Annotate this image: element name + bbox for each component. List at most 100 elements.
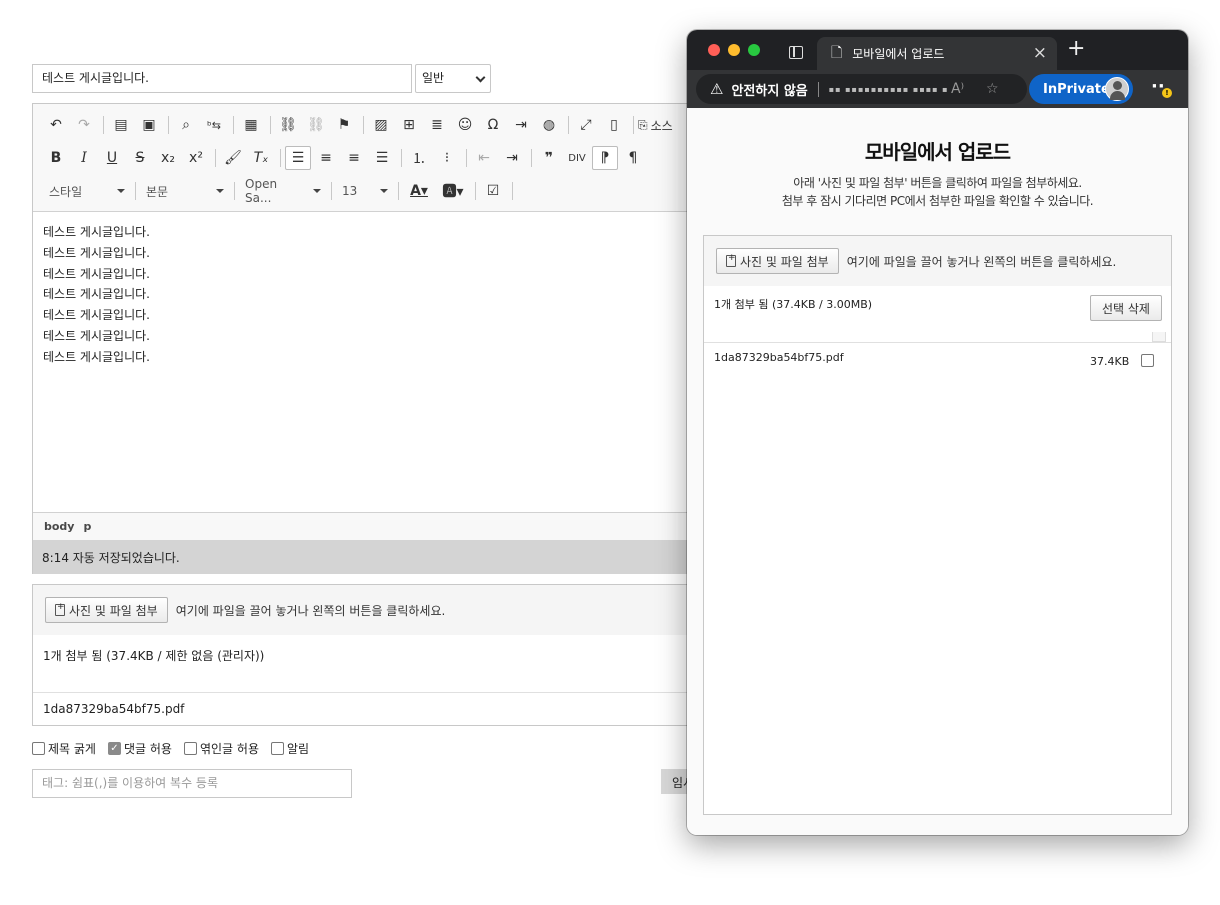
bold-icon[interactable]: B: [43, 146, 69, 170]
attachment-status: 1개 첨부 됨 (37.4KB / 제한 없음 (관리자)): [43, 649, 265, 663]
numbered-list-icon[interactable]: ⒈: [406, 146, 432, 170]
align-center-icon[interactable]: ≡: [313, 146, 339, 170]
category-select[interactable]: 일반: [415, 64, 491, 93]
style-combo[interactable]: 스타일: [43, 179, 131, 203]
font-size-combo[interactable]: 13: [336, 179, 394, 203]
rtl-direction-icon[interactable]: ¶: [620, 146, 646, 170]
special-char-icon[interactable]: Ω: [480, 113, 506, 137]
window-titlebar: 🗋 모바일에서 업로드 × +: [687, 30, 1188, 70]
content-line: 테스트 게시글입니다.: [43, 349, 150, 364]
source-button[interactable]: ⎘ 소스: [638, 113, 673, 137]
ltr-direction-icon[interactable]: ⁋: [592, 146, 618, 170]
checkbox-checked[interactable]: ✓: [107, 742, 121, 755]
post-options: 제목 굵게 ✓ 댓글 허용 엮인글 허용 알림: [32, 740, 309, 757]
redo-icon[interactable]: ↷: [71, 113, 97, 137]
close-window-button[interactable]: [708, 44, 720, 56]
strikethrough-icon[interactable]: S: [127, 146, 153, 170]
minimize-window-button[interactable]: [728, 44, 740, 56]
div-container-icon[interactable]: DIV: [564, 146, 590, 170]
checkbox[interactable]: [183, 742, 197, 755]
format-combo-label: 본문: [146, 184, 169, 199]
checkbox[interactable]: [32, 742, 45, 755]
scrollbar[interactable]: [1152, 332, 1166, 342]
inprivate-badge[interactable]: InPrivate: [1029, 74, 1133, 104]
warning-icon[interactable]: ⚠: [710, 80, 723, 98]
attach-file-button[interactable]: 사진 및 파일 첨부: [45, 597, 168, 623]
option-allow-comments[interactable]: ✓ 댓글 허용: [107, 740, 172, 757]
toolbar-separator: [531, 149, 532, 167]
underline-icon[interactable]: U: [99, 146, 125, 170]
option-label: 댓글 허용: [123, 742, 172, 756]
toolbar-separator: [512, 182, 513, 200]
link-icon[interactable]: ⛓: [275, 113, 301, 137]
attach-file-label: 사진 및 파일 첨부: [69, 603, 158, 618]
notification-badge: !: [1162, 88, 1172, 98]
rich-text-editor: ↶ ↷ ▤ ▣ ⌕ ᵇ⇆ ▦ ⛓ ⛓ ⚑ ▨ ⊞ ≣ ☺ Ω ⇥ ◍ ⤢ ▯ ⎘…: [32, 103, 712, 574]
find-icon[interactable]: ⌕: [173, 113, 199, 137]
editor-content[interactable]: 테스트 게시글입니다. 테스트 게시글입니다. 테스트 게시글입니다. 테스트 …: [43, 222, 150, 368]
italic-icon[interactable]: I: [71, 146, 97, 170]
attached-file-name[interactable]: 1da87329ba54bf75.pdf: [714, 351, 844, 364]
align-left-icon[interactable]: ☰: [285, 146, 311, 170]
file-select-checkbox[interactable]: [1141, 354, 1154, 367]
address-bar[interactable]: ⚠ 안전하지 않음 ▪▪ ▪▪▪▪▪▪▪▪▪▪ ▪▪▪▪ ▪ A⁾ ☆: [696, 74, 1027, 104]
bulleted-list-icon[interactable]: ⁝: [434, 146, 460, 170]
font-combo[interactable]: Open Sa...: [239, 177, 327, 205]
replace-icon[interactable]: ᵇ⇆: [201, 113, 227, 137]
indent-icon[interactable]: ⇥: [499, 146, 525, 170]
page-icon: 🗋: [831, 44, 843, 61]
zoom-window-button[interactable]: [748, 44, 760, 56]
tags-input[interactable]: 태그: 쉼표(,)를 이용하여 복수 등록: [32, 769, 352, 798]
subscript-icon[interactable]: x₂: [155, 146, 181, 170]
attach-file-button[interactable]: 사진 및 파일 첨부: [716, 248, 839, 274]
more-menu-icon[interactable]: ··!: [1151, 76, 1172, 98]
title-input[interactable]: 테스트 게시글입니다.: [32, 64, 412, 93]
option-allow-trackback[interactable]: 엮인글 허용: [183, 740, 259, 757]
checkbox[interactable]: [270, 742, 284, 755]
remove-format-icon[interactable]: Tₓ: [248, 146, 274, 170]
table-icon[interactable]: ⊞: [396, 113, 422, 137]
format-combo[interactable]: 본문: [140, 179, 230, 203]
checkbox-insert-icon[interactable]: ☑: [480, 179, 506, 203]
path-item-body[interactable]: body: [44, 520, 74, 533]
content-line: 테스트 게시글입니다.: [43, 266, 150, 281]
paste-text-icon[interactable]: ▣: [136, 113, 162, 137]
read-aloud-icon[interactable]: A⁾: [951, 81, 964, 97]
superscript-icon[interactable]: x²: [183, 146, 209, 170]
path-item-p[interactable]: p: [83, 520, 91, 533]
option-notify[interactable]: 알림: [270, 740, 310, 757]
emoji-icon[interactable]: ☺: [452, 113, 478, 137]
category-selected-value: 일반: [422, 71, 445, 85]
close-tab-icon[interactable]: ×: [1033, 43, 1047, 63]
add-favorite-icon[interactable]: ☆: [986, 81, 999, 97]
maximize-icon[interactable]: ⤢: [573, 113, 599, 137]
new-tab-icon[interactable]: +: [1067, 36, 1085, 61]
align-justify-icon[interactable]: ☰: [369, 146, 395, 170]
align-right-icon[interactable]: ≡: [341, 146, 367, 170]
paste-icon[interactable]: ▤: [108, 113, 134, 137]
outdent-icon[interactable]: ⇤: [471, 146, 497, 170]
browser-tab[interactable]: 🗋 모바일에서 업로드 ×: [817, 37, 1057, 70]
text-color-icon[interactable]: A▾: [403, 179, 435, 203]
option-label: 알림: [286, 742, 310, 756]
option-bold-title[interactable]: 제목 굵게: [32, 740, 96, 757]
attached-file-name[interactable]: 1da87329ba54bf75.pdf: [43, 702, 184, 716]
divider: [817, 81, 819, 97]
option-label: 제목 굵게: [48, 742, 96, 756]
background-color-icon[interactable]: 🅰▾: [437, 179, 469, 203]
anchor-flag-icon[interactable]: ⚑: [331, 113, 357, 137]
unlink-icon[interactable]: ⛓: [303, 113, 329, 137]
template-icon[interactable]: ▦: [238, 113, 264, 137]
globe-icon[interactable]: ◍: [536, 113, 562, 137]
delete-selected-button[interactable]: 선택 삭제: [1090, 295, 1162, 321]
undo-icon[interactable]: ↶: [43, 113, 69, 137]
page-break-icon[interactable]: ⇥: [508, 113, 534, 137]
show-blocks-icon[interactable]: ▯: [601, 113, 627, 137]
format-painter-icon[interactable]: 🖌: [220, 146, 246, 170]
address-toolbar: ⚠ 안전하지 않음 ▪▪ ▪▪▪▪▪▪▪▪▪▪ ▪▪▪▪ ▪ A⁾ ☆ InPr…: [687, 70, 1188, 108]
file-uploader: 사진 및 파일 첨부 여기에 파일을 끌어 놓거나 왼쪽의 버튼을 클릭하세요.…: [32, 584, 712, 726]
horizontal-rule-icon[interactable]: ≣: [424, 113, 450, 137]
blockquote-icon[interactable]: ❞: [536, 146, 562, 170]
tab-actions-icon[interactable]: [789, 46, 803, 59]
image-icon[interactable]: ▨: [368, 113, 394, 137]
